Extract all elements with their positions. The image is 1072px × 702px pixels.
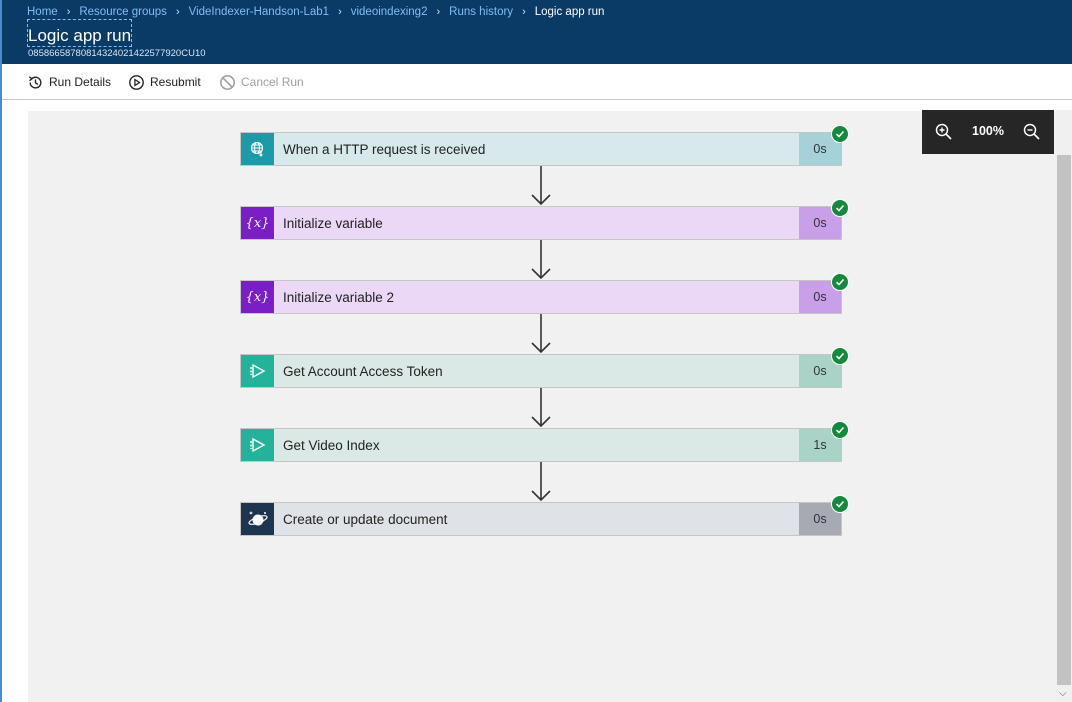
step-card[interactable]: Get Video Index 1s <box>240 428 842 462</box>
breadcrumb-runs-history[interactable]: Runs history <box>449 6 513 18</box>
breadcrumb: Home › Resource groups › VideIndexer-Han… <box>27 4 604 20</box>
step-label: Get Account Access Token <box>283 364 443 379</box>
history-icon <box>28 75 42 89</box>
success-check-icon <box>831 125 849 143</box>
vertical-scrollbar[interactable]: ⌵ <box>1056 110 1072 702</box>
cancel-run-button[interactable]: Cancel Run <box>219 72 304 92</box>
video-indexer-icon <box>241 355 274 387</box>
run-id: 08586658780814324021422577920CU10 <box>28 48 206 59</box>
down-arrow-icon <box>531 314 551 354</box>
step-card[interactable]: {x} Initialize variable 0s <box>240 206 842 240</box>
toolbar: Run Details Resubmit Cancel Run <box>2 64 1072 100</box>
run-details-label: Run Details <box>49 75 112 89</box>
down-arrow-icon <box>531 388 551 428</box>
chevron-right-icon: › <box>175 6 180 18</box>
down-arrow-icon <box>531 166 551 206</box>
step-card[interactable]: When a HTTP request is received 0s <box>240 132 842 166</box>
step-label: Get Video Index <box>283 438 380 453</box>
zoom-controls: 100% <box>922 110 1054 154</box>
chevron-right-icon: › <box>66 6 71 18</box>
chevron-right-icon: › <box>338 6 342 18</box>
cancel-icon <box>220 74 235 90</box>
step-label: When a HTTP request is received <box>283 142 486 157</box>
down-arrow-icon <box>531 240 551 280</box>
step-card[interactable]: Create or update document 0s <box>240 502 842 536</box>
step-label: Initialize variable 2 <box>283 290 395 305</box>
variable-icon: {x} <box>241 207 274 239</box>
zoom-level: 100% <box>972 124 1004 138</box>
resubmit-label: Resubmit <box>150 75 201 89</box>
cancel-run-label: Cancel Run <box>241 75 304 89</box>
success-check-icon <box>831 495 849 513</box>
zoom-in-icon[interactable] <box>934 122 954 142</box>
step-card[interactable]: {x} Initialize variable 2 0s <box>240 280 842 314</box>
breadcrumb-resource-group[interactable]: VideIndexer-Handson-Lab1 <box>189 6 329 18</box>
step-label: Create or update document <box>283 512 448 527</box>
chevron-right-icon: › <box>522 6 526 18</box>
scroll-thumb[interactable] <box>1057 155 1071 685</box>
blade-edge <box>0 0 2 702</box>
video-indexer-icon <box>241 429 274 461</box>
success-check-icon <box>831 421 849 439</box>
step-label: Initialize variable <box>283 216 383 231</box>
down-arrow-icon <box>531 462 551 502</box>
run-details-button[interactable]: Run Details <box>27 72 111 92</box>
resubmit-icon <box>129 74 144 90</box>
step-card[interactable]: Get Account Access Token 0s <box>240 354 842 388</box>
cosmos-db-icon <box>241 503 274 535</box>
zoom-out-icon[interactable] <box>1022 122 1042 142</box>
breadcrumb-home[interactable]: Home <box>27 6 58 18</box>
scroll-down-icon[interactable]: ⌵ <box>1059 688 1067 699</box>
header-bar: Home › Resource groups › VideIndexer-Han… <box>0 0 1072 64</box>
breadcrumb-resource-groups[interactable]: Resource groups <box>79 6 167 18</box>
breadcrumb-logic-app[interactable]: videoindexing2 <box>351 6 428 18</box>
page-title: Logic app run <box>28 26 132 45</box>
success-check-icon <box>831 273 849 291</box>
variable-icon: {x} <box>241 281 274 313</box>
chevron-right-icon: › <box>436 6 441 18</box>
breadcrumb-current: Logic app run <box>534 6 605 18</box>
success-check-icon <box>831 199 849 217</box>
resubmit-button[interactable]: Resubmit <box>128 72 201 92</box>
success-check-icon <box>831 347 849 365</box>
http-request-icon <box>241 133 274 165</box>
